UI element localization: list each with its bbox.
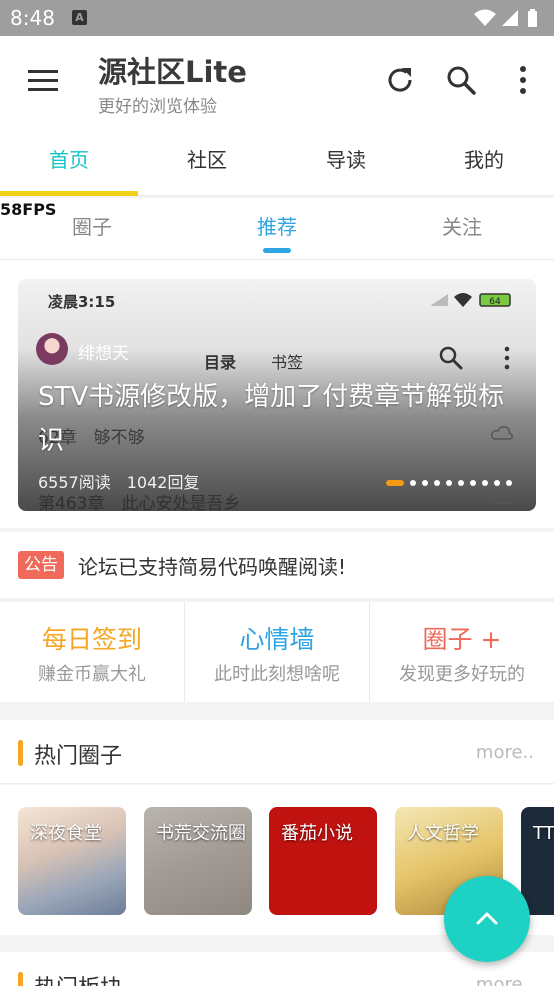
pager-dot bbox=[482, 480, 488, 486]
quick-title: 每日签到 bbox=[41, 625, 142, 654]
section-title: 热门圈子 bbox=[34, 744, 123, 769]
app-subtitle: 更好的浏览体验 bbox=[98, 97, 217, 117]
circle-card[interactable]: 书荒交流圈 bbox=[144, 807, 252, 915]
notice-bar[interactable]: 公告 论坛已支持简易代码唤醒阅读! bbox=[0, 532, 554, 598]
tab-mine[interactable]: 我的 bbox=[415, 124, 553, 196]
pager-dot bbox=[458, 480, 464, 486]
hot-circles-header: 热门圈子 more.. bbox=[0, 720, 554, 784]
banner-inner-time: 凌晨3:15 bbox=[48, 293, 116, 311]
tab-home[interactable]: 首页 bbox=[0, 124, 138, 196]
circle-card[interactable]: 番茄小说 bbox=[269, 807, 377, 915]
wifi-icon bbox=[474, 9, 496, 26]
section-title: 热门板块 bbox=[34, 970, 122, 986]
status-time: 8:48 bbox=[10, 6, 55, 30]
more-link[interactable]: more.. bbox=[476, 974, 534, 986]
quick-subtitle: 赚金币赢大礼 bbox=[38, 664, 146, 685]
pager-dot bbox=[470, 480, 476, 486]
fps-counter: 58FPS bbox=[0, 200, 57, 219]
more-vert-icon[interactable] bbox=[507, 64, 539, 96]
section-accent-bar bbox=[18, 972, 23, 986]
quick-title: 圈子 + bbox=[422, 625, 502, 654]
battery-icon: 64 bbox=[479, 293, 511, 307]
circle-name: 番茄小说 bbox=[281, 823, 353, 844]
quick-subtitle: 此时此刻想啥呢 bbox=[214, 664, 340, 685]
pager-dot bbox=[386, 480, 404, 486]
more-link[interactable]: more.. bbox=[476, 742, 534, 763]
quick-subtitle: 发现更多好玩的 bbox=[399, 664, 525, 685]
search-icon[interactable] bbox=[445, 64, 477, 96]
notification-badge: A bbox=[72, 10, 87, 25]
banner-stats: 6557阅读 1042回复 bbox=[38, 473, 200, 492]
quick-actions: 每日签到 赚金币赢大礼 心情墙 此时此刻想啥呢 圈子 + 发现更多好玩的 bbox=[0, 602, 554, 702]
author-avatar bbox=[36, 333, 68, 365]
more-vert-icon bbox=[502, 345, 512, 375]
app-title: 源社区Lite bbox=[98, 55, 247, 89]
battery-icon bbox=[528, 9, 537, 27]
search-icon bbox=[438, 345, 464, 375]
subtab-indicator bbox=[263, 248, 291, 253]
circle-name: 深夜食堂 bbox=[30, 823, 102, 844]
circle-card[interactable]: TT引 bbox=[521, 807, 554, 915]
main-tab-bar: 首页 社区 导读 我的 bbox=[0, 124, 554, 196]
system-icons bbox=[472, 8, 544, 32]
circle-name: 书荒交流圈 bbox=[156, 823, 246, 844]
svg-text:64: 64 bbox=[489, 297, 501, 307]
scroll-top-button[interactable] bbox=[444, 876, 530, 962]
sub-tab-bar: 圈子 推荐 关注 bbox=[0, 198, 554, 260]
tab-guide[interactable]: 导读 bbox=[277, 124, 415, 196]
pager-dot bbox=[434, 480, 440, 486]
section-accent-bar bbox=[18, 740, 23, 766]
tab-indicator bbox=[0, 191, 138, 196]
pager-dot bbox=[446, 480, 452, 486]
chevron-up-icon bbox=[476, 912, 498, 925]
app-header: 源社区Lite 更好的浏览体验 bbox=[0, 36, 554, 124]
quick-title: 心情墙 bbox=[239, 625, 315, 654]
subtab-follow[interactable]: 关注 bbox=[370, 198, 554, 256]
circle-name: TT引 bbox=[533, 823, 554, 844]
notice-text: 论坛已支持简易代码唤醒阅读! bbox=[78, 555, 347, 579]
banner-inner-status-icons: 64 bbox=[428, 291, 518, 313]
banner-inner-bookmark: 书签 bbox=[271, 353, 304, 372]
daily-checkin-button[interactable]: 每日签到 赚金币赢大礼 bbox=[0, 602, 184, 702]
banner-title: STV书源修改版，增加了付费章节解锁标识 bbox=[38, 382, 505, 456]
add-circle-button[interactable]: 圈子 + 发现更多好玩的 bbox=[370, 602, 554, 702]
circle-name: 人文哲学 bbox=[407, 823, 479, 844]
banner-author: 绯想天 bbox=[78, 344, 129, 364]
circle-card[interactable]: 深夜食堂 bbox=[18, 807, 126, 915]
signal-icon bbox=[502, 10, 518, 26]
refresh-icon[interactable] bbox=[384, 64, 416, 96]
status-bar: 8:48 A bbox=[0, 0, 554, 36]
cloud-icon bbox=[490, 489, 514, 509]
pager-dot bbox=[494, 480, 500, 486]
pager-dot bbox=[410, 480, 416, 486]
wifi-icon bbox=[454, 293, 472, 307]
pager-dot bbox=[506, 480, 512, 486]
tab-community[interactable]: 社区 bbox=[138, 124, 276, 196]
signal-icon bbox=[430, 294, 448, 306]
mood-wall-button[interactable]: 心情墙 此时此刻想啥呢 bbox=[185, 602, 369, 702]
banner-carousel[interactable]: 凌晨3:15 64 绯想天 目录 书签 62章 够不够 第463章 此心安处是吾… bbox=[18, 279, 536, 511]
banner-inner-catalog: 目录 bbox=[204, 353, 237, 372]
notice-badge: 公告 bbox=[18, 551, 64, 579]
pager-dot bbox=[422, 480, 428, 486]
menu-icon[interactable] bbox=[26, 66, 60, 94]
